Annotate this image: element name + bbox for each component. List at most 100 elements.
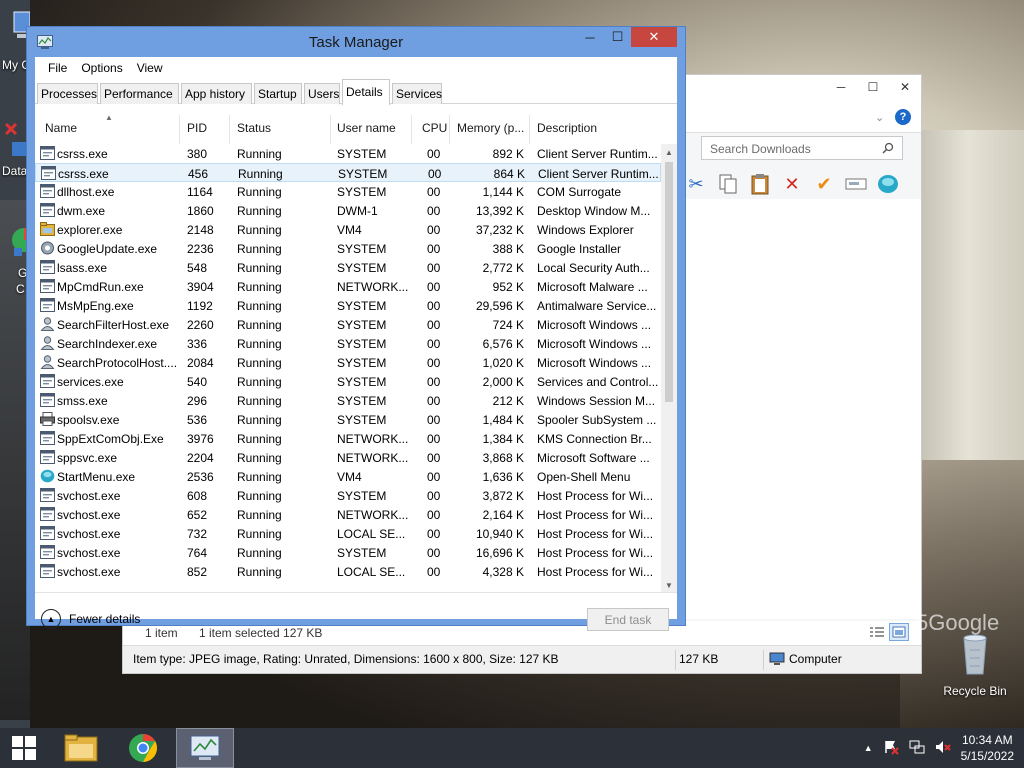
column-header-memory[interactable]: Memory (p... <box>457 121 524 135</box>
cell-mem: 6,576 K <box>482 337 524 351</box>
menu-bar: File Options View <box>35 57 677 79</box>
details-view-button[interactable] <box>867 623 887 641</box>
column-header-user-name[interactable]: User name <box>337 121 396 135</box>
table-row[interactable]: svchost.exe 608 Running SYSTEM 00 3,872 K Host… <box>35 486 661 505</box>
chevron-down-icon[interactable]: ⌄ <box>875 111 884 124</box>
paste-icon[interactable] <box>747 171 773 197</box>
close-button[interactable]: ✕ <box>631 27 677 47</box>
cell-name: SppExtComObj.Exe <box>57 432 164 446</box>
rename-icon[interactable] <box>843 171 869 197</box>
table-row[interactable]: sppsvc.exe 2204 Running NETWORK... 00 3,868 K… <box>35 448 661 467</box>
taskbar-task-manager[interactable] <box>176 728 234 768</box>
network-icon[interactable] <box>909 739 925 758</box>
cell-status: Running <box>237 185 282 199</box>
cell-status: Running <box>237 261 282 275</box>
tab-details[interactable]: Details <box>342 79 390 105</box>
desktop-icon-recycle-bin[interactable]: Recycle Bin <box>940 630 1010 698</box>
cell-desc: Windows Session M... <box>537 394 656 408</box>
table-row[interactable]: SearchFilterHost.exe 2260 Running SYSTEM 00 7… <box>35 315 661 334</box>
tab-services[interactable]: Services <box>392 83 442 104</box>
table-row[interactable]: svchost.exe 764 Running SYSTEM 00 16,696 K Hos… <box>35 543 661 562</box>
cell-status: Running <box>237 394 282 408</box>
taskbar-chrome[interactable] <box>118 728 168 768</box>
table-row[interactable]: csrss.exe 380 Running SYSTEM 00 892 K Client S… <box>35 144 661 163</box>
column-divider <box>449 115 450 144</box>
window-icon <box>40 260 55 274</box>
table-row[interactable]: spoolsv.exe 536 Running SYSTEM 00 1,484 K Spoo… <box>35 410 661 429</box>
cell-desc: KMS Connection Br... <box>537 432 652 446</box>
cell-pid: 2084 <box>187 356 214 370</box>
table-row[interactable]: SearchIndexer.exe 336 Running SYSTEM 00 6,576… <box>35 334 661 353</box>
thumbnail-view-button[interactable] <box>889 623 909 641</box>
task-manager-title-bar[interactable]: Task Manager ─ ☐ ✕ <box>27 27 685 57</box>
action-center-icon[interactable] <box>883 739 899 758</box>
taskbar-file-explorer[interactable] <box>58 728 104 768</box>
cell-user: NETWORK... <box>337 280 409 294</box>
table-row[interactable]: lsass.exe 548 Running SYSTEM 00 2,772 K Local … <box>35 258 661 277</box>
table-row[interactable]: SppExtComObj.Exe 3976 Running NETWORK... 00 1… <box>35 429 661 448</box>
table-row[interactable]: dwm.exe 1860 Running DWM-1 00 13,392 K Desktop… <box>35 201 661 220</box>
table-row[interactable]: MsMpEng.exe 1192 Running SYSTEM 00 29,596 K An… <box>35 296 661 315</box>
minimize-button[interactable]: ─ <box>576 27 604 47</box>
table-row[interactable]: services.exe 540 Running SYSTEM 00 2,000 K Ser… <box>35 372 661 391</box>
open-shell-icon[interactable] <box>875 171 901 197</box>
cell-user: SYSTEM <box>337 242 387 256</box>
end-task-button[interactable]: End task <box>587 608 669 631</box>
tab-processes[interactable]: Processes <box>37 83 98 104</box>
table-row[interactable]: explorer.exe 2148 Running VM4 00 37,232 K Wind… <box>35 220 661 239</box>
table-row[interactable]: smss.exe 296 Running SYSTEM 00 212 K Windows S… <box>35 391 661 410</box>
vertical-scrollbar[interactable]: ▲ ▼ <box>661 144 677 592</box>
tab-startup[interactable]: Startup <box>254 83 302 104</box>
cell-mem: 10,940 K <box>475 527 524 541</box>
cut-icon[interactable]: ✂ <box>683 171 709 197</box>
cell-cpu: 00 <box>427 527 441 541</box>
table-row[interactable]: SearchProtocolHost.... 2084 Running SYSTEM 0… <box>35 353 661 372</box>
scroll-down-icon[interactable]: ▼ <box>661 577 677 592</box>
column-header-status[interactable]: Status <box>237 121 271 135</box>
properties-check-icon[interactable]: ✔ <box>811 171 837 197</box>
explorer-close-button[interactable]: ✕ <box>889 75 921 99</box>
details-table: ▲ Name PID Status User name CPU Memory (… <box>35 105 677 593</box>
table-row[interactable]: svchost.exe 852 Running LOCAL SE... 00 4,328 … <box>35 562 661 581</box>
volume-muted-icon[interactable] <box>935 739 951 758</box>
menu-file[interactable]: File <box>41 61 74 75</box>
column-header-name[interactable]: Name <box>45 121 77 135</box>
printer-icon <box>40 412 55 426</box>
column-header-description[interactable]: Description <box>537 121 597 135</box>
table-row[interactable]: svchost.exe 732 Running LOCAL SE... 00 10,940… <box>35 524 661 543</box>
search-input[interactable]: Search Downloads <box>701 136 903 160</box>
column-header-pid[interactable]: PID <box>187 121 207 135</box>
start-button[interactable] <box>0 728 48 768</box>
cell-desc: Antimalware Service... <box>537 299 657 313</box>
table-row[interactable]: csrss.exe 456 Running SYSTEM 00 864 K Client S… <box>35 163 661 182</box>
column-header-cpu[interactable]: CPU <box>422 121 447 135</box>
fewer-details-button[interactable]: ▲ Fewer details <box>41 609 140 629</box>
tab-app-history[interactable]: App history <box>181 83 252 104</box>
explorer-maximize-button[interactable]: ☐ <box>857 75 889 99</box>
table-row[interactable]: GoogleUpdate.exe 2236 Running SYSTEM 00 388 K… <box>35 239 661 258</box>
scroll-up-icon[interactable]: ▲ <box>661 144 677 160</box>
scrollbar-thumb[interactable] <box>665 162 673 402</box>
table-row[interactable]: svchost.exe 652 Running NETWORK... 00 2,164 K… <box>35 505 661 524</box>
delete-icon[interactable]: ✕ <box>779 171 805 197</box>
task-manager-window[interactable]: Task Manager ─ ☐ ✕ File Options View Pro… <box>26 26 686 631</box>
table-row[interactable]: StartMenu.exe 2536 Running VM4 00 1,636 K Open… <box>35 467 661 486</box>
tab-users[interactable]: Users <box>304 83 340 104</box>
cell-pid: 652 <box>187 508 208 522</box>
cell-cpu: 00 <box>427 280 441 294</box>
cell-cpu: 00 <box>427 299 441 313</box>
tab-performance[interactable]: Performance <box>100 83 179 104</box>
window-icon <box>40 488 55 502</box>
explorer-minimize-button[interactable]: ─ <box>825 75 857 99</box>
cell-name: svchost.exe <box>57 489 121 503</box>
menu-options[interactable]: Options <box>74 61 129 75</box>
clock[interactable]: 10:34 AM 5/15/2022 <box>961 732 1014 764</box>
menu-view[interactable]: View <box>130 61 170 75</box>
window-icon <box>40 374 55 388</box>
help-icon[interactable]: ? <box>895 109 911 125</box>
table-row[interactable]: dllhost.exe 1164 Running SYSTEM 00 1,144 K COM… <box>35 182 661 201</box>
copy-icon[interactable] <box>715 171 741 197</box>
tray-expand-icon[interactable]: ▲ <box>864 743 873 753</box>
table-row[interactable]: MpCmdRun.exe 3904 Running NETWORK... 00 952 K… <box>35 277 661 296</box>
maximize-button[interactable]: ☐ <box>604 27 631 47</box>
